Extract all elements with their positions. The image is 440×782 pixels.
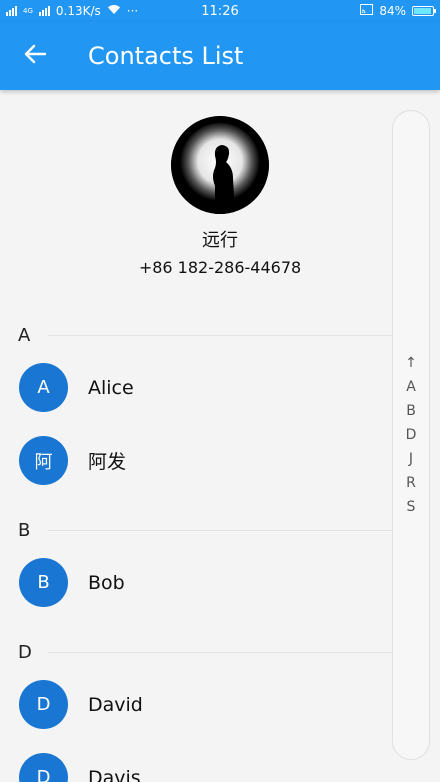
section-divider <box>48 651 392 653</box>
profile-phone: +86 182-286-44678 <box>138 258 302 277</box>
profile-avatar[interactable] <box>171 116 269 214</box>
index-letter-a[interactable]: A <box>406 375 416 399</box>
contact-name: David <box>88 693 143 716</box>
wifi-icon <box>107 4 121 18</box>
contact-avatar: D <box>19 753 68 782</box>
index-letter-s[interactable]: S <box>407 495 416 519</box>
index-letter-d[interactable]: D <box>406 423 417 447</box>
index-top-arrow[interactable]: ↑ <box>405 351 417 375</box>
more-indicator: ··· <box>126 4 139 18</box>
network-label: 4G <box>23 6 33 15</box>
status-time: 11:26 <box>201 3 239 19</box>
alphabet-index-bar[interactable]: ↑ A B D J R S <box>392 110 430 760</box>
status-bar: 4G 0.13K/s ··· 11:26 84% <box>0 0 440 22</box>
contact-avatar: D <box>19 680 68 729</box>
contact-item[interactable]: D Davis <box>0 741 392 782</box>
signal-icon <box>6 6 17 16</box>
contact-name: 阿发 <box>88 451 127 473</box>
section-a: A A Alice 阿 阿发 <box>0 319 392 497</box>
contact-item[interactable]: A Alice <box>0 351 392 424</box>
profile-name: 远行 <box>202 230 238 251</box>
contact-name: Alice <box>88 376 134 399</box>
contact-name: Davis <box>88 766 141 782</box>
section-letter: B <box>18 519 31 541</box>
contact-item[interactable]: 阿 阿发 <box>0 424 392 497</box>
network-speed: 0.13K/s <box>55 4 101 18</box>
section-d: D D David D Davis <box>0 636 392 782</box>
contact-avatar: B <box>19 558 68 607</box>
index-letter-b[interactable]: B <box>406 399 416 423</box>
section-header: B <box>0 514 392 546</box>
signal-icon-2 <box>38 6 50 16</box>
section-divider <box>48 529 392 531</box>
section-divider <box>48 334 392 336</box>
section-header: A <box>0 319 392 351</box>
contact-item[interactable]: D David <box>0 668 392 741</box>
back-button[interactable] <box>0 22 70 90</box>
battery-icon <box>412 6 436 16</box>
profile-header: 远行 +86 182-286-44678 <box>0 116 392 277</box>
contacts-content[interactable]: 远行 +86 182-286-44678 A A Alice 阿 阿发 B B … <box>0 90 392 782</box>
section-header: D <box>0 636 392 668</box>
contact-item[interactable]: B Bob <box>0 546 392 619</box>
section-b: B B Bob <box>0 514 392 619</box>
page-title: Contacts List <box>88 42 244 70</box>
battery-percent: 84% <box>379 4 406 18</box>
contact-avatar: 阿 <box>19 436 68 485</box>
section-letter: A <box>18 324 31 346</box>
section-letter: D <box>18 641 32 663</box>
index-letter-r[interactable]: R <box>406 471 416 495</box>
cast-icon <box>360 4 374 18</box>
arrow-left-icon <box>24 44 47 68</box>
contact-avatar: A <box>19 363 68 412</box>
index-letter-j[interactable]: J <box>409 447 413 471</box>
app-bar: Contacts List <box>0 22 440 90</box>
contact-name: Bob <box>88 571 125 594</box>
